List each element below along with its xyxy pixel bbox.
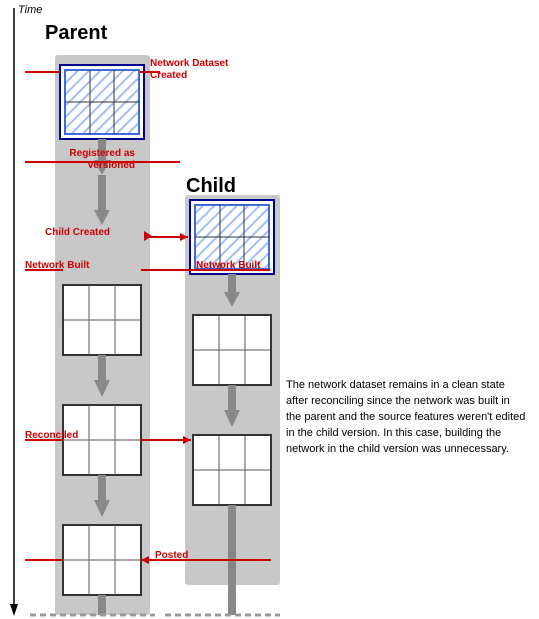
- child-created-arrow: [144, 231, 152, 241]
- main-svg: [0, 0, 539, 619]
- posted-label: Posted: [155, 550, 188, 561]
- network-built-child-label: Network Built: [196, 260, 260, 271]
- registered-as-versioned-label: Registered asVersioned: [25, 148, 135, 172]
- reconciled-label: Reconciled: [25, 430, 78, 441]
- network-built-parent-label: Network Built: [25, 260, 89, 271]
- child-column-header: Child: [186, 175, 236, 198]
- parent-column-header: Parent: [45, 22, 107, 45]
- child-created-label: Child Created: [45, 227, 110, 238]
- network-dataset-created-label: Network DatasetCreated: [150, 58, 228, 82]
- time-label: Time: [18, 4, 42, 16]
- diagram-container: Time Parent Child Network DatasetCreated…: [0, 0, 539, 619]
- description-text: The network dataset remains in a clean s…: [286, 378, 526, 458]
